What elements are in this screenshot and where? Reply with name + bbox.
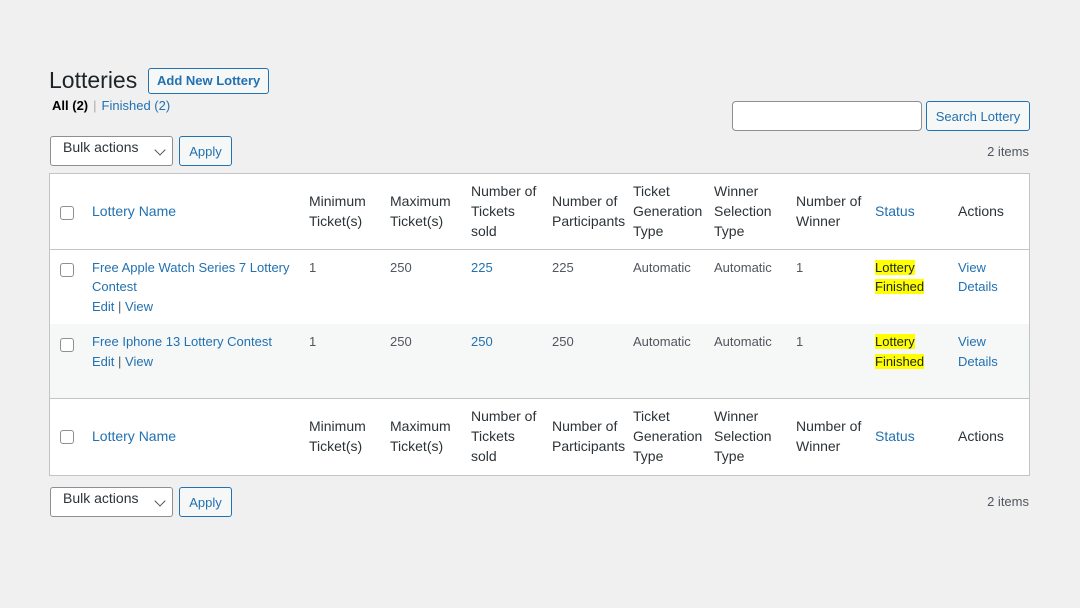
number-of-winner-cell: 1 (796, 334, 804, 349)
bulk-actions-label: Bulk actions (63, 490, 139, 506)
edit-link[interactable]: Edit (92, 299, 114, 314)
edit-link[interactable]: Edit (92, 354, 114, 369)
row-checkbox[interactable] (60, 337, 74, 352)
select-all-checkbox[interactable] (60, 205, 74, 220)
column-status[interactable]: Status (867, 174, 950, 250)
column-number-of-winner: Number of Winner (788, 397, 867, 473)
status-badge: Lottery (875, 259, 915, 275)
column-lottery-name[interactable]: Lottery Name (84, 174, 301, 250)
column-participants: Number of Participants (544, 174, 625, 250)
table-row: Free Apple Watch Series 7 Lottery Contes… (50, 249, 1029, 324)
winner-selection-cell: Automatic (714, 334, 772, 349)
lottery-name-link[interactable]: Free Apple Watch Series 7 Lottery Contes… (92, 258, 301, 297)
bulk-actions-label: Bulk actions (63, 139, 139, 155)
search-lottery-button[interactable]: Search Lottery (926, 101, 1030, 131)
view-link[interactable]: View (125, 299, 153, 314)
number-of-winner-cell: 1 (796, 259, 804, 275)
view-separator: | (93, 98, 97, 113)
column-lottery-name[interactable]: Lottery Name (84, 397, 301, 473)
row-actions-separator: | (118, 353, 122, 369)
view-all-link[interactable]: All (2) (52, 98, 88, 113)
column-ticket-generation: Ticket Generation Type (625, 174, 706, 250)
max-tickets-cell: 250 (390, 259, 412, 275)
view-filters: All (2) | Finished (2) (52, 98, 170, 114)
column-status[interactable]: Status (867, 397, 950, 473)
page-title: Lotteries (49, 67, 138, 93)
tickets-sold-link[interactable]: 250 (471, 334, 493, 349)
row-actions: Edit | View (92, 297, 301, 317)
table-footer-row: Lottery Name Minimum Ticket(s) Maximum T… (50, 397, 1029, 473)
select-all-cell (50, 174, 84, 250)
view-link[interactable]: View (125, 354, 153, 369)
column-tickets-sold: Number of Tickets sold (463, 397, 544, 473)
participants-cell: 250 (552, 334, 574, 349)
column-ticket-generation: Ticket Generation Type (625, 397, 706, 473)
min-tickets-cell: 1 (309, 259, 317, 275)
lotteries-table: Lottery Name Minimum Ticket(s) Maximum T… (49, 173, 1030, 476)
chevron-down-icon (154, 495, 166, 507)
search-input[interactable] (732, 101, 922, 131)
select-all-checkbox[interactable] (60, 430, 74, 445)
status-badge: Finished (875, 279, 925, 294)
lottery-name-link[interactable]: Free Iphone 13 Lottery Contest (92, 332, 301, 352)
view-details-link[interactable]: View Details (950, 249, 1029, 324)
column-participants: Number of Participants (544, 397, 625, 473)
status-cell: Lottery Finished (867, 324, 950, 398)
add-new-lottery-button[interactable]: Add New Lottery (148, 68, 270, 94)
chevron-down-icon (154, 144, 166, 156)
winner-selection-cell: Automatic (714, 259, 772, 275)
apply-button-bottom[interactable]: Apply (179, 487, 232, 517)
view-details-link[interactable]: View Details (950, 324, 1029, 398)
column-number-of-winner: Number of Winner (788, 174, 867, 250)
column-winner-selection: Winner Selection Type (706, 397, 788, 473)
status-badge: Finished (875, 353, 925, 369)
row-actions: Edit | View (92, 352, 301, 372)
bulk-actions-select-top[interactable]: Bulk actions (50, 136, 173, 166)
items-count-top: 2 items (987, 144, 1029, 159)
column-actions: Actions (950, 397, 1029, 473)
min-tickets-cell: 1 (309, 334, 317, 349)
column-actions: Actions (950, 174, 1029, 250)
view-finished-link[interactable]: Finished (2) (102, 98, 171, 113)
column-min-tickets: Minimum Ticket(s) (301, 174, 382, 250)
column-tickets-sold: Number of Tickets sold (463, 174, 544, 250)
table-row: Free Iphone 13 Lottery Contest Edit | Vi… (50, 324, 1029, 398)
row-actions-separator: | (118, 298, 122, 314)
column-winner-selection: Winner Selection Type (706, 174, 788, 250)
participants-cell: 225 (552, 259, 574, 275)
column-max-tickets: Maximum Ticket(s) (382, 397, 463, 473)
column-max-tickets: Maximum Ticket(s) (382, 174, 463, 250)
ticket-generation-cell: Automatic (633, 334, 691, 349)
max-tickets-cell: 250 (390, 334, 412, 349)
status-cell: Lottery Finished (867, 249, 950, 324)
column-min-tickets: Minimum Ticket(s) (301, 397, 382, 473)
select-all-cell (50, 397, 84, 473)
ticket-generation-cell: Automatic (633, 259, 691, 275)
status-badge: Lottery (875, 334, 915, 349)
table-header-row: Lottery Name Minimum Ticket(s) Maximum T… (50, 174, 1029, 250)
apply-button-top[interactable]: Apply (179, 136, 232, 166)
items-count-bottom: 2 items (987, 494, 1029, 509)
bulk-actions-select-bottom[interactable]: Bulk actions (50, 487, 173, 517)
row-checkbox[interactable] (60, 263, 74, 278)
tickets-sold-link[interactable]: 225 (471, 260, 493, 275)
